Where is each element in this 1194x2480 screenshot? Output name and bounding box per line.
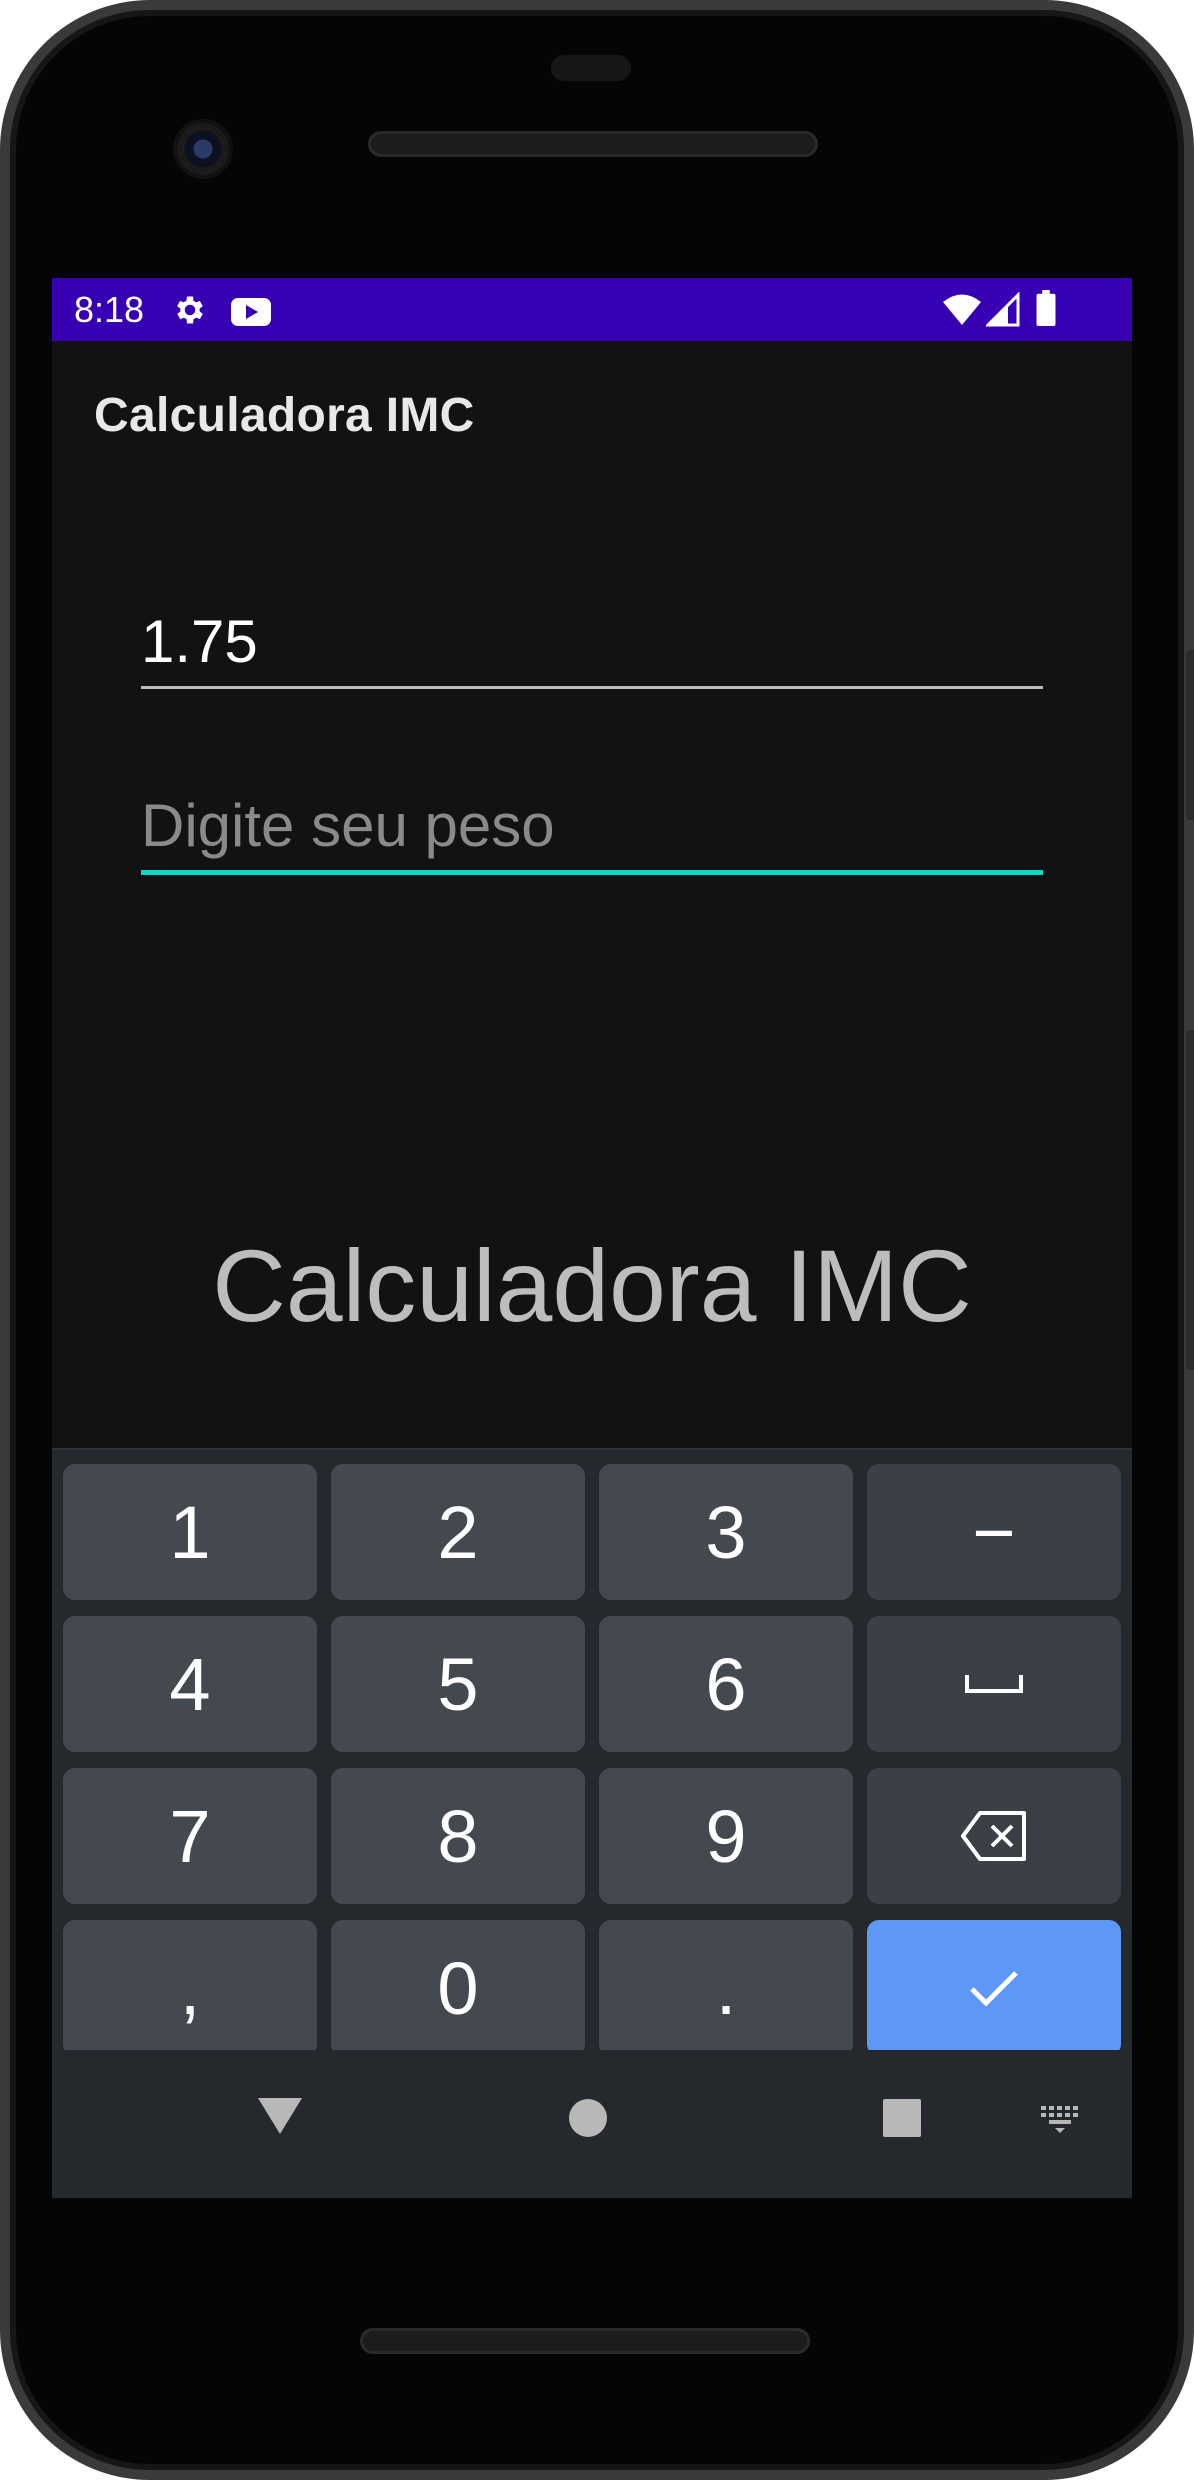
key-backspace[interactable]	[867, 1768, 1121, 1904]
volume-button	[1186, 1030, 1194, 1370]
key-3[interactable]: 3	[599, 1464, 853, 1600]
height-field-underline	[141, 686, 1043, 689]
key-done[interactable]	[867, 1920, 1121, 2056]
home-icon[interactable]	[568, 2098, 608, 2138]
key-2[interactable]: 2	[331, 1464, 585, 1600]
status-bar: 8:18	[52, 278, 1132, 341]
key-9[interactable]: 9	[599, 1768, 853, 1904]
youtube-icon	[231, 298, 271, 326]
check-icon	[970, 1971, 1018, 2007]
result-text: Calculadora IMC	[212, 1229, 972, 1343]
keyboard-switch-icon[interactable]	[1039, 2104, 1083, 2134]
settings-icon	[177, 296, 203, 324]
key-minus[interactable]: −	[867, 1464, 1121, 1600]
back-icon[interactable]	[256, 2094, 304, 2138]
backspace-icon	[961, 1811, 1026, 1861]
app-title: Calculadora IMC	[94, 389, 475, 442]
numeric-keyboard: 1 2 3 − 4 5 6 7 8 9 , 0 .	[52, 1448, 1132, 2056]
key-period[interactable]: .	[599, 1920, 853, 2056]
screen: 8:18 Calculadora IMC Calculadora IMC	[52, 278, 1132, 2198]
weight-input[interactable]	[141, 780, 1043, 870]
power-button	[1186, 650, 1194, 820]
key-comma[interactable]: ,	[63, 1920, 317, 2056]
status-time: 8:18	[74, 289, 145, 330]
key-4[interactable]: 4	[63, 1616, 317, 1752]
weight-field-underline	[141, 870, 1043, 875]
key-6[interactable]: 6	[599, 1616, 853, 1752]
bottom-speaker	[360, 2328, 810, 2354]
height-field[interactable]	[141, 596, 1043, 689]
space-icon	[965, 1675, 1023, 1693]
earpiece-speaker	[368, 131, 818, 157]
wifi-icon	[943, 294, 981, 325]
height-input[interactable]	[141, 596, 1043, 686]
key-space[interactable]	[867, 1616, 1121, 1752]
front-camera	[177, 123, 229, 175]
signal-icon	[986, 292, 1020, 327]
battery-icon	[1036, 290, 1056, 326]
sensor-slot	[551, 55, 631, 81]
recents-icon[interactable]	[882, 2098, 922, 2138]
key-1[interactable]: 1	[63, 1464, 317, 1600]
key-0[interactable]: 0	[331, 1920, 585, 2056]
key-5[interactable]: 5	[331, 1616, 585, 1752]
navigation-bar	[52, 2050, 1132, 2198]
weight-field[interactable]	[141, 780, 1043, 875]
key-8[interactable]: 8	[331, 1768, 585, 1904]
key-7[interactable]: 7	[63, 1768, 317, 1904]
